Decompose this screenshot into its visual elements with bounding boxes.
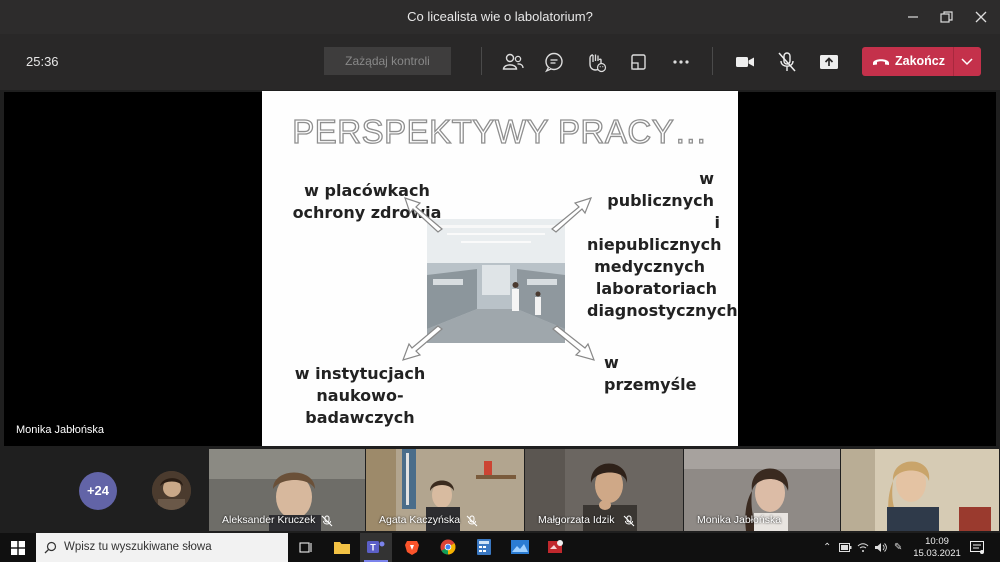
title-bar: Co licealista wie o labolatorium? <box>0 0 1000 34</box>
minimize-button[interactable] <box>896 4 930 30</box>
toolbar-divider <box>712 47 713 75</box>
notification-center-icon[interactable] <box>970 541 984 554</box>
close-button[interactable] <box>964 4 998 30</box>
participant-name: Małgorzata Idzik <box>538 514 615 526</box>
restore-button[interactable] <box>929 4 963 30</box>
camera-icon <box>736 57 754 67</box>
brave-icon <box>405 541 419 555</box>
taskbar-search[interactable]: Wpisz tu wyszukiwane słowa <box>36 533 288 562</box>
rooms-button[interactable] <box>625 49 651 75</box>
reactions-icon <box>589 54 607 73</box>
toolbar-divider <box>481 47 482 75</box>
participant-video-tile[interactable]: Monika Jabłońska <box>684 449 840 531</box>
mic-off-icon <box>321 515 333 527</box>
slide-line: w przemyśle <box>604 353 697 394</box>
participant-video-tile[interactable]: Aleksander Kruczek <box>209 449 365 531</box>
folder-icon <box>334 542 350 554</box>
slide-line: w instytucjach <box>294 364 426 383</box>
participant-name: Agata Kaczyńska <box>379 514 461 526</box>
whiteboard-taskbar-button[interactable] <box>504 533 536 562</box>
tray-chevron-up-icon[interactable]: ⌃ <box>823 542 831 553</box>
reactions-button[interactable] <box>583 49 609 75</box>
clock-date: 15.03.2021 <box>913 548 961 559</box>
meeting-timer: 25:36 <box>26 54 59 69</box>
participant-name: Monika Jabłońska <box>697 514 782 526</box>
restore-icon <box>939 11 953 23</box>
slide-line: naukowo-badawczych <box>305 386 415 427</box>
mic-off-icon <box>623 515 635 527</box>
app-taskbar-button[interactable] <box>540 533 572 562</box>
brave-taskbar-button[interactable] <box>396 533 428 562</box>
chat-button[interactable] <box>541 49 567 75</box>
share-icon <box>820 55 838 69</box>
arrow-top-left-icon <box>404 197 443 233</box>
participant-video-tile[interactable] <box>841 449 999 531</box>
slide-text-bottom-right: w przemyśle <box>604 352 704 396</box>
request-control-button[interactable]: Zażądaj kontroli <box>324 47 451 75</box>
start-button[interactable] <box>0 533 36 562</box>
slide-text-top-right: w publicznych i niepublicznych medycznyc… <box>587 168 738 322</box>
more-icon <box>673 60 689 64</box>
rooms-icon <box>631 54 646 70</box>
arrow-top-right-icon <box>551 197 593 233</box>
end-call-label: Zakończ <box>895 54 946 68</box>
slide-line: laboratoriach <box>595 279 717 298</box>
taskbar-clock[interactable]: 10:09 15.03.2021 <box>912 536 962 560</box>
arrow-bottom-left-icon <box>402 325 443 361</box>
slide-title: PERSPEKTYWY PRACY… <box>292 112 708 150</box>
slide-line: medycznych <box>594 257 705 276</box>
share-tray-button[interactable] <box>816 49 842 75</box>
participant-name: Aleksander Kruczek <box>222 514 316 526</box>
teams-icon: T <box>367 541 385 553</box>
chat-icon <box>544 52 563 73</box>
file-explorer-taskbar-button[interactable] <box>326 533 358 562</box>
slide-text-bottom-left: w instytucjach naukowo-badawczych <box>262 363 458 429</box>
chevron-down-icon[interactable] <box>961 58 973 66</box>
participant-video-tile[interactable]: Agata Kaczyńska <box>366 449 524 531</box>
windows-logo-icon <box>11 541 25 555</box>
slide-line: w publicznych <box>607 169 714 210</box>
avatar[interactable] <box>152 471 191 510</box>
window-title: Co licealista wie o labolatorium? <box>407 9 593 24</box>
participant-video-tile[interactable]: Małgorzata Idzik <box>525 449 683 531</box>
volume-icon[interactable] <box>874 542 887 553</box>
microphone-button[interactable] <box>774 49 800 75</box>
clock-time: 10:09 <box>925 536 949 547</box>
slide-line: i niepublicznych <box>587 213 722 254</box>
more-actions-button[interactable] <box>668 49 694 75</box>
app-icon <box>548 540 563 553</box>
task-view-button[interactable] <box>290 533 322 562</box>
wifi-icon[interactable] <box>857 542 869 553</box>
search-placeholder: Wpisz tu wyszukiwane słowa <box>64 541 212 553</box>
presenter-name-label: Monika Jabłońska <box>16 424 105 436</box>
mail-icon <box>511 540 529 554</box>
shared-slide: PERSPEKTYWY PRACY… w placówkach ochrony … <box>262 91 738 446</box>
arrow-bottom-right-icon <box>552 325 595 361</box>
meeting-toolbar: 25:36 Zażądaj kontroli Zakończ <box>0 34 1000 90</box>
os-taskbar: Wpisz tu wyszukiwane słowa T ⌃ ✎ 10:09 1… <box>0 533 1000 562</box>
keyboard-layout-indicator[interactable]: ✎ <box>894 542 902 553</box>
mic-off-icon <box>778 52 796 72</box>
end-call-divider <box>953 47 954 76</box>
calculator-taskbar-button[interactable] <box>468 533 500 562</box>
slide-line: diagnostycznych <box>587 301 738 320</box>
participants-icon <box>502 53 524 70</box>
chrome-taskbar-button[interactable] <box>432 533 464 562</box>
minimize-icon <box>908 16 918 18</box>
task-view-icon <box>299 542 312 553</box>
mic-off-icon <box>466 515 478 527</box>
hangup-icon <box>873 59 889 65</box>
more-participants-badge[interactable]: +24 <box>79 472 117 510</box>
close-icon <box>975 11 987 23</box>
end-call-button[interactable]: Zakończ <box>862 47 981 76</box>
chrome-icon <box>440 539 456 555</box>
participants-button[interactable] <box>500 49 526 75</box>
battery-icon[interactable] <box>839 543 852 552</box>
search-icon <box>44 541 57 554</box>
calculator-icon <box>477 539 491 555</box>
laboratory-photo <box>427 219 565 343</box>
svg-text:T: T <box>370 543 376 553</box>
camera-button[interactable] <box>732 49 758 75</box>
teams-taskbar-button[interactable]: T <box>360 533 392 562</box>
